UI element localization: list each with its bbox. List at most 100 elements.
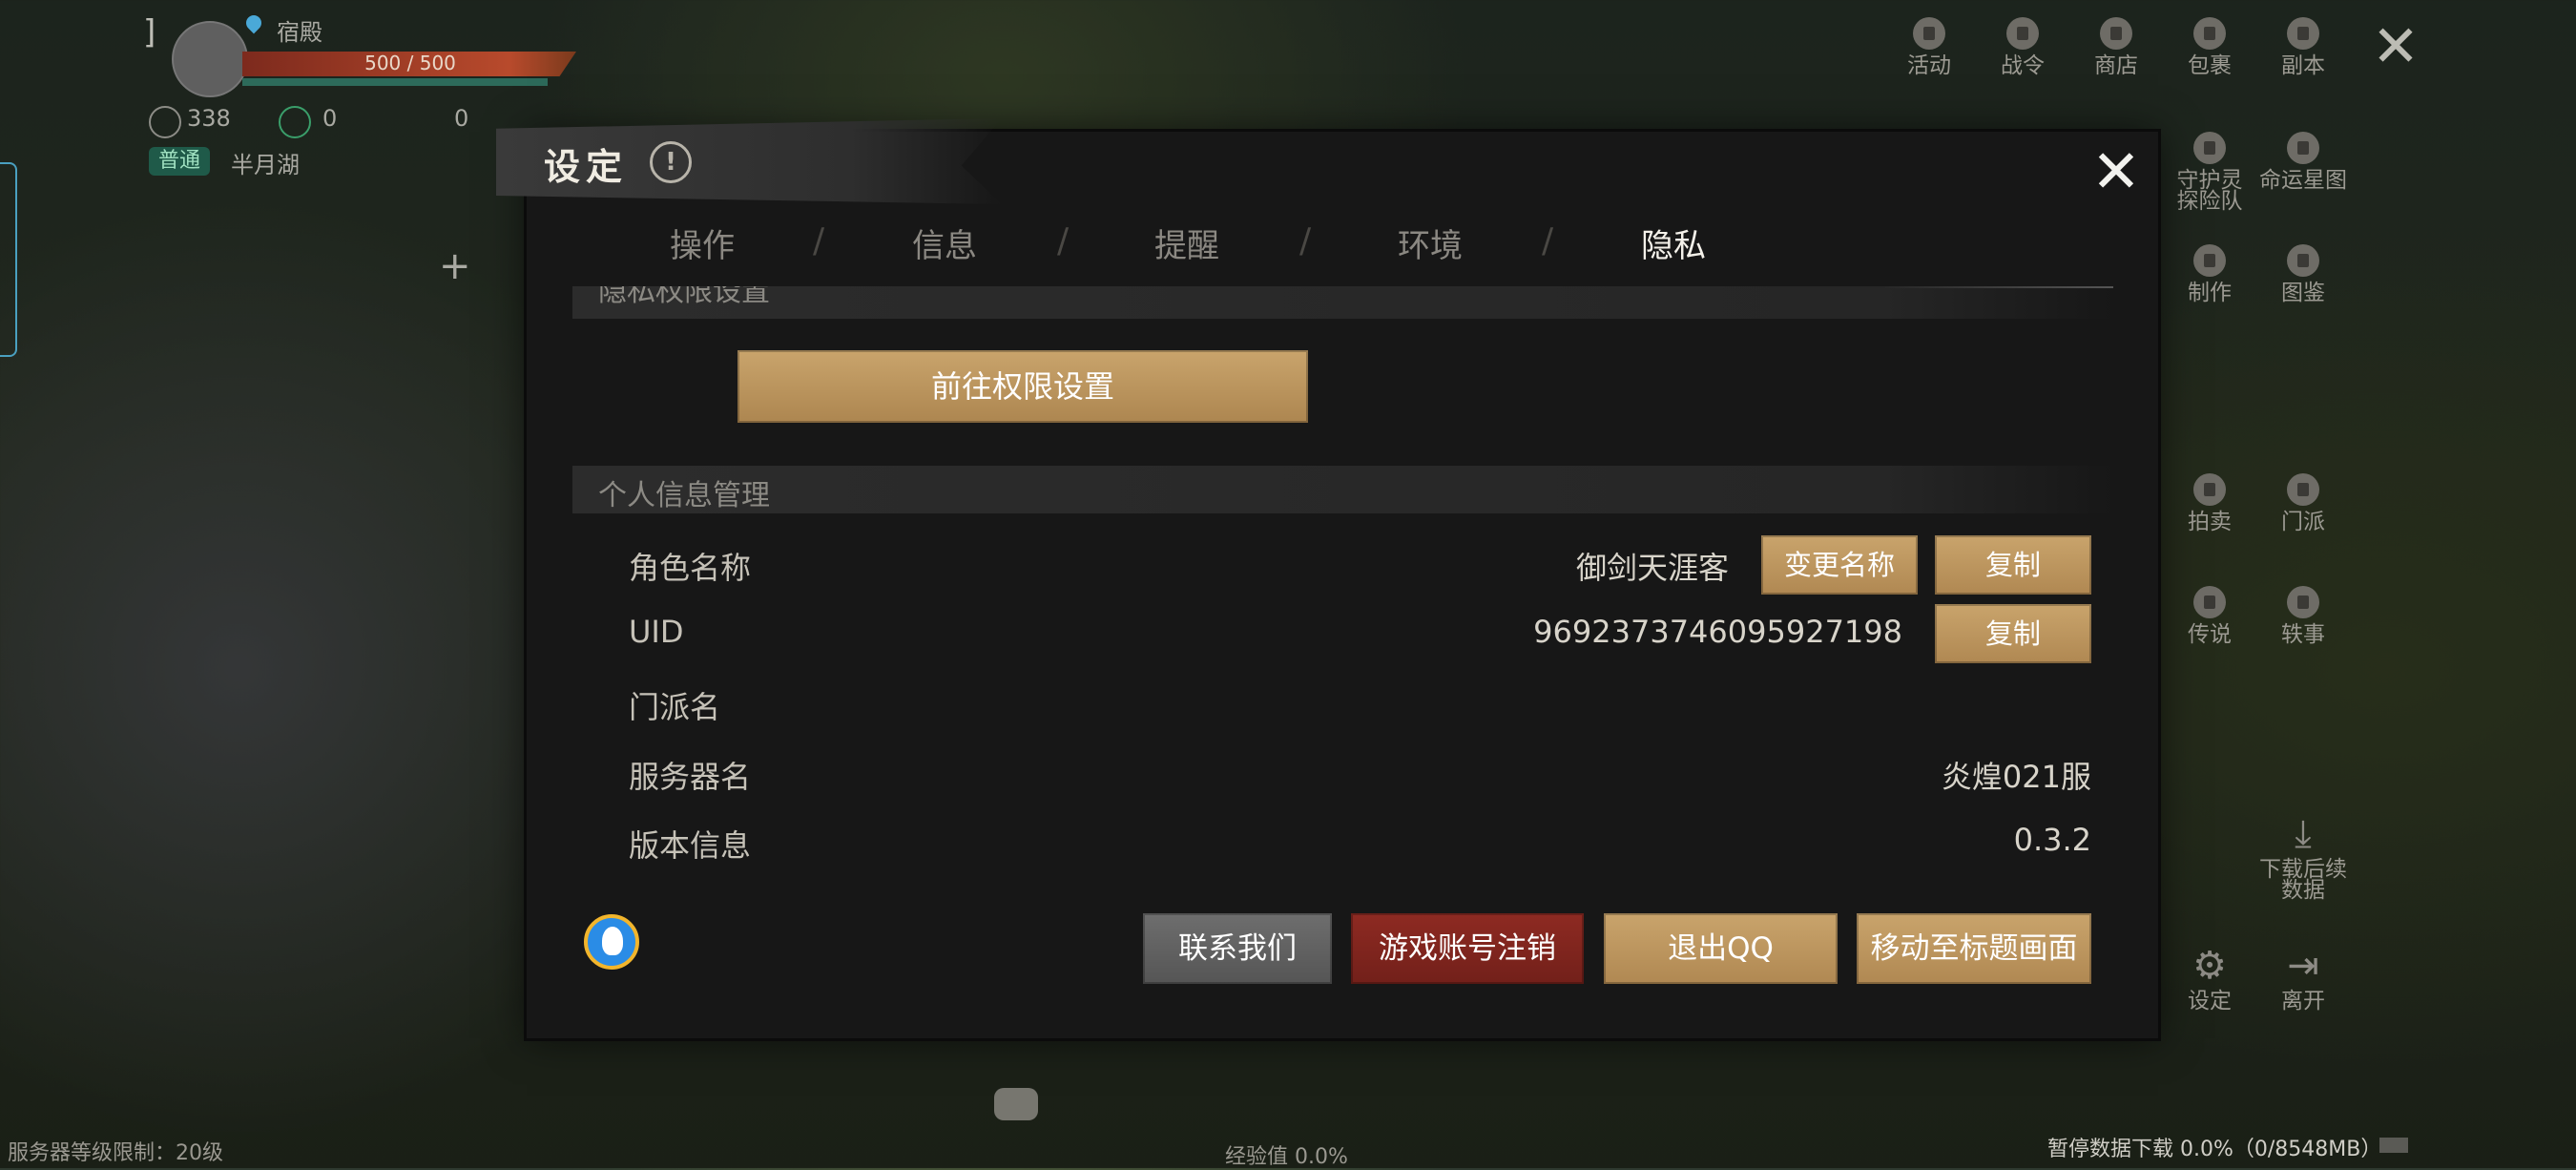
menu-item-label: 离开 <box>2281 989 2325 1013</box>
role-name-value: 御剑天涯客 <box>1575 550 1729 586</box>
menu-item[interactable]: 包裹 <box>2162 17 2257 78</box>
lock-icon <box>2193 244 2226 277</box>
version-value: 0.3.2 <box>2013 822 2091 858</box>
tab-operation[interactable]: 操作 <box>670 219 735 266</box>
menu-item[interactable]: 轶事 <box>2255 586 2351 647</box>
copy-name-button[interactable]: 复制 <box>1935 535 2091 595</box>
lock-icon <box>2193 473 2226 506</box>
tab-separator: / <box>1057 221 1070 261</box>
menu-item-label: 制作 <box>2188 281 2232 305</box>
menu-item[interactable]: 商店 <box>2068 17 2164 78</box>
exp-text: 经验值 0.0% <box>1225 1145 1348 1169</box>
lock-icon <box>2193 132 2226 164</box>
hp-text: 500 / 500 <box>364 52 456 74</box>
mp-bar <box>242 78 548 86</box>
gear-icon: ⚙ <box>2192 944 2227 988</box>
lock-icon <box>1913 17 1945 50</box>
cancel-account-button[interactable]: 游戏账号注销 <box>1351 913 1584 984</box>
crossed-swords-icon[interactable]: ✕ <box>2362 13 2429 80</box>
menu-item[interactable]: ⇥ 离开 <box>2255 944 2351 1013</box>
menu-item[interactable]: ⤓ 下载后续 数据 <box>2255 812 2351 903</box>
menu-item-label: 战令 <box>2001 53 2045 78</box>
jade-icon <box>279 106 311 138</box>
menu-item-label: 轶事 <box>2281 622 2325 647</box>
location-name: 宿殿 <box>277 19 322 46</box>
section-bar <box>572 286 2113 319</box>
menu-item[interactable]: 传说 <box>2162 586 2257 647</box>
download-progress-icon <box>2379 1138 2408 1153</box>
tab-environment[interactable]: 环境 <box>1398 219 1463 266</box>
lock-icon <box>2193 586 2226 618</box>
lock-icon <box>2100 17 2132 50</box>
status-badge: 普通 <box>149 147 211 176</box>
lock-icon <box>2287 586 2319 618</box>
menu-item[interactable]: 图鉴 <box>2255 244 2351 305</box>
tab-info[interactable]: 信息 <box>912 219 977 266</box>
currency-2-value: 0 <box>322 105 338 132</box>
server-label: 服务器名 <box>629 759 752 795</box>
server-level-note: 服务器等级限制：20级 <box>8 1141 223 1165</box>
tab-separator: / <box>813 221 825 261</box>
change-name-button[interactable]: 变更名称 <box>1761 535 1918 595</box>
menu-item[interactable]: 拍卖 <box>2162 473 2257 533</box>
download-icon: ⤓ <box>2295 812 2312 856</box>
menu-item-label: 图鉴 <box>2281 281 2325 305</box>
menu-item-label: 包裹 <box>2188 53 2232 78</box>
bracket-icon: ] <box>143 13 156 52</box>
uid-value: 9692373746095927198 <box>1533 614 1902 650</box>
chat-icon[interactable] <box>994 1088 1038 1120</box>
menu-item[interactable]: 战令 <box>1975 17 2070 78</box>
download-status: 暂停数据下载 0.0%（0/8548MB） <box>2047 1138 2382 1161</box>
logout-qq-button[interactable]: 退出QQ <box>1604 913 1838 984</box>
go-permission-settings-button[interactable]: 前往权限设置 <box>737 350 1308 423</box>
server-value: 炎煌021服 <box>1941 759 2091 795</box>
currency-1-value: 338 <box>187 105 231 132</box>
sect-label: 门派名 <box>629 689 721 725</box>
uid-label: UID <box>629 614 684 650</box>
menu-item[interactable]: 门派 <box>2255 473 2351 533</box>
combat-icon <box>149 106 181 138</box>
menu-item[interactable]: 活动 <box>1881 17 1977 78</box>
menu-item-label: 设定 <box>2188 989 2232 1013</box>
tab-privacy[interactable]: 隐私 <box>1641 219 1706 266</box>
menu-item-label: 门派 <box>2281 510 2325 534</box>
role-name-label: 角色名称 <box>629 550 752 586</box>
menu-item-label: 下载后续 数据 <box>2259 857 2347 903</box>
privacy-section-header: 隐私权限设置 <box>572 286 2113 319</box>
version-label: 版本信息 <box>629 827 752 864</box>
lock-icon <box>2006 17 2039 50</box>
tab-separator: / <box>1299 221 1312 261</box>
player-avatar[interactable] <box>172 21 248 97</box>
menu-item[interactable]: 制作 <box>2162 244 2257 305</box>
close-icon[interactable]: ✕ <box>2089 142 2143 201</box>
contact-us-button[interactable]: 联系我们 <box>1143 913 1332 984</box>
side-panel-tab[interactable] <box>0 162 17 357</box>
menu-item-label: 命运星图 <box>2259 168 2347 193</box>
tab-separator: / <box>1542 221 1554 261</box>
currency-3-value: 0 <box>454 105 469 132</box>
exit-icon: ⇥ <box>2287 944 2319 988</box>
menu-item[interactable]: 副本 <box>2255 17 2351 78</box>
menu-item-label: 活动 <box>1907 53 1951 78</box>
menu-item[interactable]: ⚙ 设定 <box>2162 944 2257 1013</box>
copy-uid-button[interactable]: 复制 <box>1935 604 2091 663</box>
info-icon[interactable]: ! <box>650 141 692 183</box>
menu-item-label: 商店 <box>2094 53 2138 78</box>
qq-icon <box>584 914 639 970</box>
area-name: 半月湖 <box>231 152 300 178</box>
menu-item-label: 拍卖 <box>2188 510 2232 534</box>
menu-item-label: 副本 <box>2281 53 2325 78</box>
lock-icon <box>2287 244 2319 277</box>
personal-section-bar <box>572 466 2113 513</box>
dialog-title: 设定 <box>544 145 629 188</box>
move-to-title-button[interactable]: 移动至标题画面 <box>1857 913 2091 984</box>
lock-icon <box>2287 132 2319 164</box>
add-icon[interactable]: + <box>439 244 471 288</box>
personal-section-title: 个人信息管理 <box>598 479 770 512</box>
menu-item-label: 传说 <box>2188 622 2232 647</box>
tab-reminder[interactable]: 提醒 <box>1154 219 1219 266</box>
menu-item[interactable]: 命运星图 <box>2242 132 2364 193</box>
lock-icon <box>2193 17 2226 50</box>
lock-icon <box>2287 17 2319 50</box>
privacy-section-title: 隐私权限设置 <box>598 286 770 308</box>
